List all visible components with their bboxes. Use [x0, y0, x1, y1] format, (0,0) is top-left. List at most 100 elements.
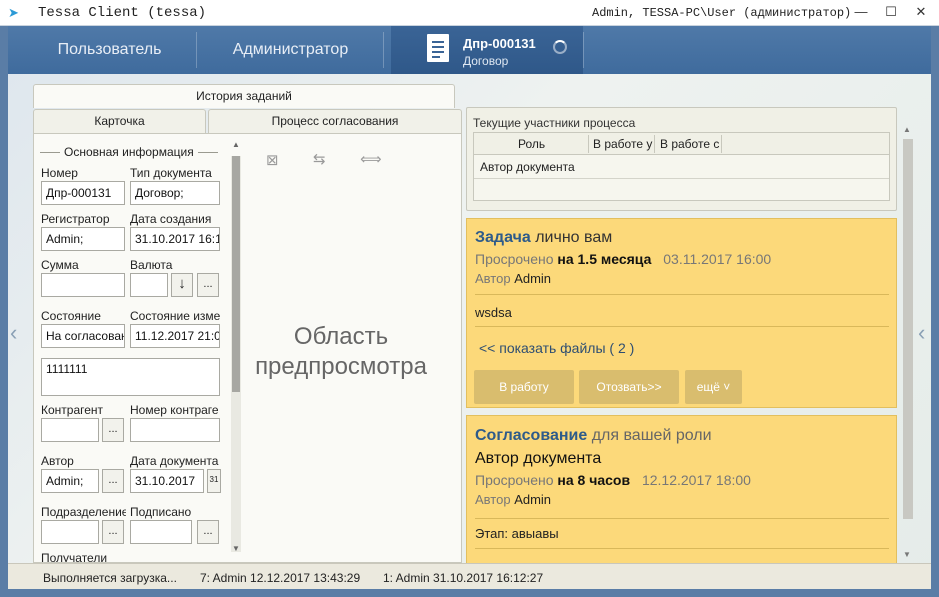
registrar-label: Регистратор: [41, 212, 110, 226]
arrow-down-icon[interactable]: ↓: [171, 273, 193, 297]
close-preview-icon[interactable]: ⊠: [266, 151, 279, 169]
number-label: Номер: [41, 166, 78, 180]
table-header: Роль В работе у В работе с: [474, 133, 889, 155]
department-label: Подразделение: [41, 505, 126, 519]
swap-icon[interactable]: ⇆: [313, 150, 326, 168]
docdate-label: Дата документа: [130, 454, 219, 468]
currency-field[interactable]: [130, 273, 168, 297]
task-overdue: Просрочено на 8 часов 12.12.2017 18:00: [475, 472, 751, 488]
task-author: Автор Admin: [475, 271, 552, 286]
group-divider: [198, 152, 218, 153]
scroll-down-icon[interactable]: ▼: [903, 550, 911, 559]
created-label: Дата создания: [130, 212, 212, 226]
currency-select-button[interactable]: ...: [197, 273, 219, 297]
nav-divider: [383, 32, 384, 68]
state-changed-field[interactable]: 11.12.2017 21:0: [130, 324, 220, 348]
participants-table: Роль В работе у В работе с Автор докумен…: [473, 132, 890, 201]
department-field[interactable]: [41, 520, 99, 544]
state-changed-label: Состояние изме: [130, 309, 221, 323]
tasks-scrollbar[interactable]: ▲ ▼: [902, 125, 914, 563]
created-date-field[interactable]: 31.10.2017 16:1: [130, 227, 220, 251]
sum-field[interactable]: [41, 273, 125, 297]
task-kind[interactable]: Задача: [475, 229, 531, 246]
column-in-work-by[interactable]: В работе у: [593, 137, 652, 151]
author-field[interactable]: Admin;: [41, 469, 99, 493]
scrollbar-thumb[interactable]: [903, 139, 913, 519]
registrar-field[interactable]: Admin;: [41, 227, 125, 251]
minimize-button[interactable]: —: [846, 0, 876, 26]
task-card-personal: Задача лично вам Просрочено на 1.5 месяц…: [466, 218, 897, 408]
scroll-down-icon[interactable]: ▼: [232, 544, 240, 553]
participants-title: Текущие участники процесса: [473, 116, 636, 130]
state-field[interactable]: На согласован: [41, 324, 125, 348]
task-deadline: 03.11.2017 16:00: [663, 251, 772, 267]
doctype-field[interactable]: Договор;: [130, 181, 220, 205]
task-deadline: 12.12.2017 18:00: [641, 472, 751, 488]
column-role[interactable]: Роль: [518, 137, 545, 151]
chevron-left-icon[interactable]: ‹: [10, 320, 17, 346]
more-button[interactable]: ещё ˅: [685, 370, 742, 404]
signed-field[interactable]: [130, 520, 192, 544]
contractor-field[interactable]: [41, 418, 99, 442]
tab-administrator[interactable]: Администратор: [198, 26, 383, 74]
group-divider: [40, 152, 60, 153]
calendar-icon[interactable]: 31: [207, 469, 221, 493]
status-item[interactable]: 1: Admin 31.10.2017 16:12:27: [383, 571, 543, 585]
revoke-button[interactable]: Отозвать>>: [579, 370, 679, 404]
task-kind[interactable]: Согласование: [475, 427, 587, 444]
group-title: Основная информация: [64, 145, 194, 159]
docdate-field[interactable]: 31.10.2017: [130, 469, 204, 493]
status-bar: Выполняется загрузка... 7: Admin 12.12.2…: [8, 563, 931, 589]
loading-status: Выполняется загрузка...: [43, 571, 177, 585]
task-author: Автор Admin: [475, 492, 552, 507]
task-role: Автор документа: [475, 450, 602, 467]
take-in-work-button[interactable]: В работу: [474, 370, 574, 404]
split-icon[interactable]: ⟺: [360, 150, 382, 168]
divider: [475, 518, 889, 519]
chevron-right-icon[interactable]: ‹: [918, 320, 925, 346]
loading-spinner-icon: [553, 40, 567, 54]
table-row[interactable]: Автор документа: [474, 155, 889, 179]
scroll-up-icon[interactable]: ▲: [232, 140, 240, 149]
preview-placeholder: Область предпросмотра: [255, 323, 427, 380]
show-files-link[interactable]: << показать файлы ( 2 ): [479, 340, 634, 356]
app-window: ➤ Tessa Client (tessa) Admin, TESSA-PC\U…: [0, 0, 939, 597]
window-title: Tessa Client (tessa): [38, 5, 207, 21]
description-field[interactable]: 1111111: [41, 358, 220, 396]
task-title: Задача лично вам: [475, 229, 612, 247]
scroll-up-icon[interactable]: ▲: [903, 125, 911, 134]
signed-label: Подписано: [130, 505, 192, 519]
task-comment: wsdsa: [475, 305, 512, 320]
task-assignment: для вашей роли: [591, 427, 712, 444]
overdue-value: на 1.5 месяца: [557, 251, 652, 267]
number-field[interactable]: Дпр-000131: [41, 181, 125, 205]
task-overdue: Просрочено на 1.5 месяца 03.11.2017 16:0…: [475, 251, 772, 267]
tab-task-history[interactable]: История заданий: [33, 84, 455, 108]
tab-approval-process[interactable]: Процесс согласования: [208, 109, 462, 133]
maximize-button[interactable]: ☐: [876, 0, 906, 26]
column-in-work-since[interactable]: В работе с: [660, 137, 719, 151]
top-nav: Пользователь Администратор Дпр-000131 До…: [8, 26, 931, 74]
task-card-approval: Согласование для вашей роли Автор докуме…: [466, 415, 897, 563]
nav-divider: [583, 32, 584, 68]
close-button[interactable]: ✕: [906, 0, 936, 26]
contract-number-field[interactable]: [130, 418, 220, 442]
divider: [475, 548, 889, 549]
state-label: Состояние: [41, 309, 101, 323]
tab-user[interactable]: Пользователь: [22, 26, 197, 74]
tab-card[interactable]: Карточка: [33, 109, 206, 133]
document-type: Договор: [463, 54, 509, 68]
status-item[interactable]: 7: Admin 12.12.2017 13:43:29: [200, 571, 360, 585]
department-select-button[interactable]: ...: [102, 520, 124, 544]
signed-select-button[interactable]: ...: [197, 520, 219, 544]
contract-number-label: Номер контраге: [130, 403, 219, 417]
tab-active-document[interactable]: Дпр-000131 Договор: [391, 26, 583, 74]
author-select-button[interactable]: ...: [102, 469, 124, 493]
title-bar: ➤ Tessa Client (tessa) Admin, TESSA-PC\U…: [0, 0, 939, 26]
contractor-select-button[interactable]: ...: [102, 418, 124, 442]
task-title: Согласование для вашей роли: [475, 427, 712, 445]
tessa-logo-icon: ➤: [8, 5, 19, 20]
task-assignment: лично вам: [535, 229, 613, 246]
divider: [475, 326, 889, 327]
overdue-value: на 8 часов: [557, 472, 631, 488]
